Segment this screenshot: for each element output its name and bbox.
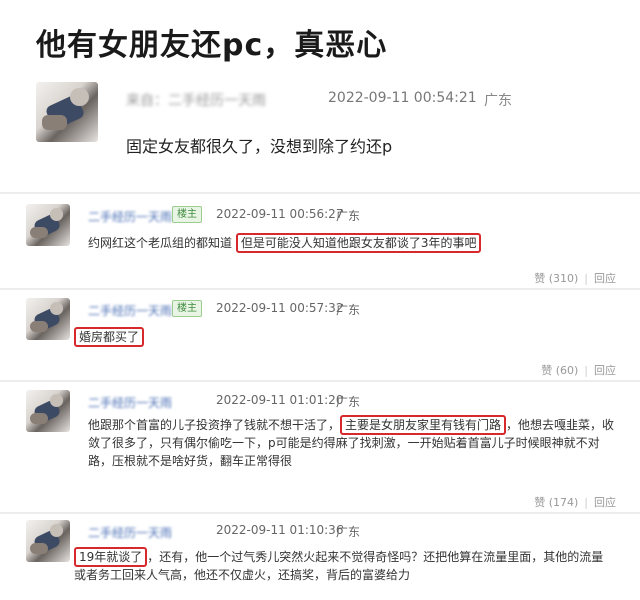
- comment-location: 广东: [336, 395, 361, 409]
- comment-author[interactable]: 二手经历一天雨: [88, 302, 172, 318]
- op-badge: 楼主: [172, 206, 202, 223]
- comment-author[interactable]: 二手经历一天雨: [88, 208, 172, 224]
- reply-button[interactable]: 回应: [594, 272, 616, 285]
- comment-item: 二手经历一天雨 2022-09-11 01:01:20 广东 他跟那个首富的儿子…: [0, 382, 640, 512]
- comment-text-part: 他跟那个首富的儿子投资挣了钱就不想干活了，: [88, 418, 341, 432]
- comment-author[interactable]: 二手经历一天雨: [88, 394, 172, 410]
- comment-timestamp: 2022-09-11 01:10:36: [216, 523, 344, 537]
- comment-item: 二手经历一天雨 楼主 2022-09-11 00:56:27 广东 约网红这个老…: [0, 196, 640, 288]
- comment-actions: 赞 (174) | 回应: [534, 496, 616, 509]
- comment-item: 二手经历一天雨 2022-09-11 01:10:36 广东 19年就谈了 ，还有…: [0, 512, 640, 600]
- avatar[interactable]: [26, 204, 70, 246]
- comment-text-line: 路，压根就不是啥好货，翻车正常得很: [88, 454, 293, 468]
- post-location: 广东: [484, 93, 512, 109]
- reply-button[interactable]: 回应: [594, 364, 616, 377]
- op-badge: 楼主: [172, 300, 202, 317]
- post-content: 固定女友都很久了，没想到除了约还p: [126, 137, 393, 156]
- like-button[interactable]: 赞 (60): [541, 364, 578, 377]
- comment-location: 广东: [336, 209, 361, 223]
- comment-author[interactable]: 二手经历一天雨: [88, 524, 172, 540]
- divider: [0, 192, 640, 194]
- comment-item: 二手经历一天雨 楼主 2022-09-11 00:57:32 广东 婚房都买了 …: [0, 290, 640, 382]
- avatar[interactable]: [26, 520, 70, 562]
- comment-text-line: 或者务工回来人气高，他还不仅虚火，还搞奖，背后的富婆给力: [74, 568, 411, 582]
- post-timestamp: 2022-09-11 00:54:21: [328, 90, 477, 106]
- comment-actions: 赞 (60) | 回应: [541, 364, 616, 377]
- comment-location: 广东: [336, 525, 361, 539]
- avatar[interactable]: [26, 298, 70, 340]
- comment-text: 19年就谈了 ，还有，他一个过气秀儿突然火起来不觉得奇怪吗？还把他算在流量里面，其…: [74, 547, 604, 584]
- comment-text: 婚房都买了: [74, 327, 145, 347]
- comment-text-part: ，他想去嘎韭菜，收: [506, 418, 615, 432]
- avatar[interactable]: [26, 390, 70, 432]
- comment-text: 约网红这个老瓜组的都知道 但是可能没人知道他跟女友都谈了3年的事吧: [88, 233, 482, 253]
- page-title: 他有女朋友还pc，真恶心: [36, 28, 388, 63]
- comment-location: 广东: [336, 303, 361, 317]
- like-button[interactable]: 赞 (174): [534, 496, 578, 509]
- comment-timestamp: 2022-09-11 01:01:20: [216, 393, 344, 407]
- comment-actions: 赞 (310) | 回应: [534, 272, 616, 285]
- avatar[interactable]: [36, 82, 98, 142]
- comment-timestamp: 2022-09-11 00:56:27: [216, 207, 344, 221]
- post-author[interactable]: 来自：二手经历一天雨: [126, 90, 316, 109]
- highlighted-text: 主要是女朋友家里有钱有门路: [340, 415, 507, 435]
- comment-text-line: 敛了很多了，只有偶尔偷吃一下，p可能是约得麻了找刺激，一开始贴着首富儿子时候眼神…: [88, 436, 600, 450]
- like-button[interactable]: 赞 (310): [534, 272, 578, 285]
- main-post: 来自：二手经历一天雨 2022-09-11 00:54:21 广东 固定女友都很…: [0, 70, 640, 190]
- reply-button[interactable]: 回应: [594, 496, 616, 509]
- highlighted-text: 但是可能没人知道他跟女友都谈了3年的事吧: [235, 233, 482, 253]
- comment-text-part: 约网红这个老瓜组的都知道: [88, 236, 233, 250]
- comment-text: 他跟那个首富的儿子投资挣了钱就不想干活了， 主要是女朋友家里有钱有门路 ，他想去嘎韭…: [88, 415, 615, 470]
- comment-timestamp: 2022-09-11 00:57:32: [216, 301, 344, 315]
- highlighted-text: 婚房都买了: [74, 327, 145, 347]
- highlighted-text: 19年就谈了: [74, 547, 148, 567]
- comment-text-part: ，还有，他一个过气秀儿突然火起来不觉得奇怪吗？还把他算在流量里面，其他的流量: [147, 550, 604, 564]
